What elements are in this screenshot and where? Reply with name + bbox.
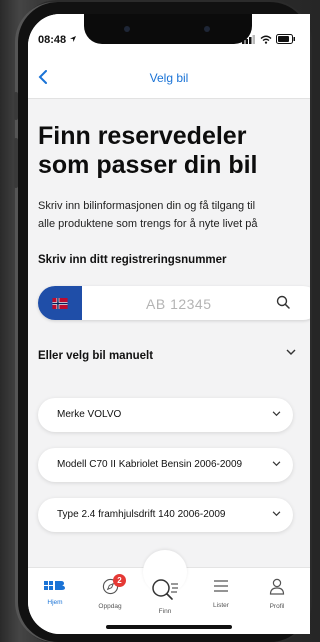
battery-icon <box>276 34 295 44</box>
model-select-value: Modell C70 II Kabriolet Bensin 2006-2009 <box>57 459 243 470</box>
description-text: Skriv inn bilinformasjonen din og få til… <box>38 197 310 233</box>
description-line-1: Skriv inn bilinformasjonen din og få til… <box>38 200 256 212</box>
page-headline: Finn reservedeler som passer din bil <box>38 122 298 180</box>
home-logo-icon <box>44 581 65 590</box>
home-indicator <box>106 625 232 629</box>
tab-hjem[interactable]: Hjem <box>30 578 80 606</box>
phone-side-button <box>14 92 18 120</box>
tab-lister[interactable]: Lister <box>196 578 246 609</box>
registration-label: Skriv inn ditt registreringsnummer <box>38 254 227 266</box>
search-icon[interactable] <box>276 295 290 309</box>
navigation-bar: Velg bil <box>28 58 310 99</box>
brand-select-value: Merke VOLVO <box>57 409 122 420</box>
chevron-down-icon <box>272 461 281 467</box>
manual-select-label: Eller velg bil manuelt <box>38 350 154 362</box>
wifi-icon <box>260 35 272 44</box>
tab-profil[interactable]: Profil <box>252 578 302 610</box>
search-list-icon <box>152 579 178 600</box>
notification-badge: 2 <box>113 574 126 587</box>
notch <box>84 14 252 44</box>
signal-icon <box>242 34 255 44</box>
type-select[interactable]: Type 2.4 framhjulsdrift 140 2006-2009 <box>38 498 293 532</box>
manual-select-toggle[interactable]: Eller velg bil manuelt <box>38 346 296 366</box>
status-time: 08:48 <box>38 34 77 46</box>
registration-input[interactable]: AB 12345 <box>38 286 310 320</box>
status-bar: 08:48 <box>28 14 310 58</box>
sensor-dot <box>204 26 210 32</box>
country-flag-selector[interactable] <box>38 286 82 320</box>
tab-finn[interactable]: Finn <box>140 578 190 615</box>
tab-oppdag[interactable]: 2 Oppdag <box>85 574 135 610</box>
nav-title: Velg bil <box>149 71 189 85</box>
type-select-value: Type 2.4 framhjulsdrift 140 2006-2009 <box>57 509 226 520</box>
tab-bar: Hjem 2 Oppdag Finn Lister Profil <box>28 550 310 634</box>
registration-placeholder: AB 12345 <box>146 296 212 312</box>
person-icon <box>269 578 285 595</box>
headline-line-2: som passer din bil <box>38 151 258 179</box>
tab-hjem-label: Hjem <box>47 599 63 606</box>
headline-line-1: Finn reservedeler <box>38 122 247 150</box>
brand-select[interactable]: Merke VOLVO <box>38 398 293 432</box>
chevron-down-icon <box>272 511 281 517</box>
norway-flag-icon <box>52 297 68 309</box>
app-screen: 08:48 Velg bil Finn reservedeler som pas… <box>28 14 310 634</box>
model-select[interactable]: Modell C70 II Kabriolet Bensin 2006-2009 <box>38 448 293 482</box>
tab-finn-label: Finn <box>158 608 172 615</box>
location-icon <box>70 36 77 42</box>
tab-oppdag-label: Oppdag <box>98 603 122 610</box>
camera-dot <box>124 26 130 32</box>
chevron-down-icon <box>272 411 281 417</box>
chevron-down-icon <box>286 349 296 355</box>
phone-volume-button <box>14 138 18 188</box>
tab-lister-label: Lister <box>213 602 229 609</box>
tab-profil-label: Profil <box>269 603 285 610</box>
description-line-2: alle produktene som trengs for å nyte li… <box>38 218 258 230</box>
list-icon <box>214 580 228 592</box>
status-icons <box>242 34 296 44</box>
